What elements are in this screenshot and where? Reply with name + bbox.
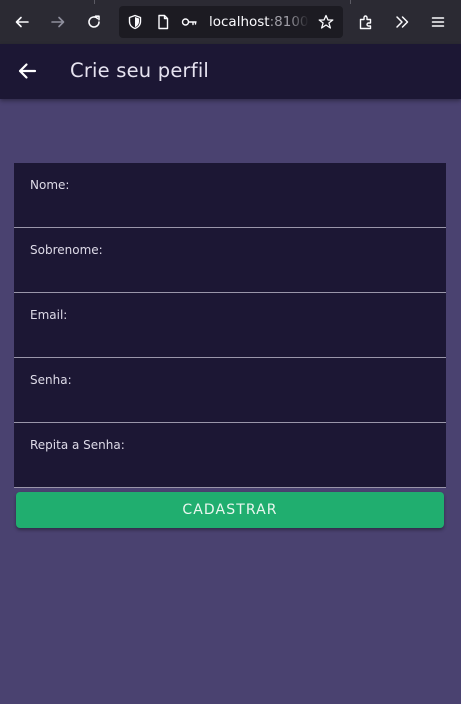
browser-reload-button[interactable] bbox=[80, 8, 108, 36]
cadastrar-button[interactable]: CADASTRAR bbox=[16, 492, 444, 528]
signup-form: Nome: Sobrenome: Email: Senha: Repita a … bbox=[14, 163, 446, 488]
page-icon[interactable] bbox=[155, 14, 171, 30]
sobrenome-label: Sobrenome: bbox=[30, 243, 103, 257]
app-menu-button[interactable] bbox=[424, 8, 452, 36]
senha-input[interactable] bbox=[30, 390, 430, 416]
browser-forward-button[interactable] bbox=[44, 8, 72, 36]
browser-toolbar: localhost:8100/ bbox=[0, 0, 461, 44]
extensions-button[interactable] bbox=[352, 8, 380, 36]
tab-divider bbox=[350, 0, 351, 4]
url-host: localhost bbox=[209, 14, 270, 30]
bookmark-star-icon[interactable] bbox=[318, 14, 334, 30]
hamburger-menu-icon bbox=[431, 17, 445, 27]
reload-icon bbox=[88, 15, 100, 28]
repita-senha-label: Repita a Senha: bbox=[30, 438, 125, 452]
email-input[interactable] bbox=[30, 325, 430, 351]
back-arrow-icon bbox=[15, 16, 29, 28]
tab-strip bbox=[0, 0, 461, 4]
arrow-back-icon bbox=[18, 63, 37, 79]
tab-divider bbox=[94, 0, 95, 4]
email-label: Email: bbox=[30, 308, 68, 322]
senha-label: Senha: bbox=[30, 373, 72, 387]
nome-input[interactable] bbox=[30, 195, 430, 221]
shield-icon[interactable] bbox=[127, 14, 143, 30]
page-title: Crie seu perfil bbox=[70, 59, 210, 82]
sobrenome-input[interactable] bbox=[30, 260, 430, 286]
extensions-icon bbox=[359, 15, 372, 30]
form-item-nome[interactable]: Nome: bbox=[14, 163, 446, 228]
address-bar[interactable]: localhost:8100/ bbox=[119, 6, 343, 38]
app-header: Crie seu perfil bbox=[0, 44, 461, 99]
nome-label: Nome: bbox=[30, 178, 70, 192]
url-path: :8100/ bbox=[269, 14, 309, 30]
forward-arrow-icon bbox=[51, 16, 65, 28]
form-item-repita-senha[interactable]: Repita a Senha: bbox=[14, 423, 446, 488]
repita-senha-input[interactable] bbox=[30, 455, 430, 481]
overflow-menu-button[interactable] bbox=[388, 8, 416, 36]
form-item-senha[interactable]: Senha: bbox=[14, 358, 446, 423]
browser-back-button[interactable] bbox=[8, 8, 36, 36]
url-text[interactable]: localhost:8100/ bbox=[209, 13, 309, 31]
back-button[interactable] bbox=[12, 56, 42, 86]
key-icon[interactable] bbox=[181, 14, 197, 30]
form-item-email[interactable]: Email: bbox=[14, 293, 446, 358]
form-item-sobrenome[interactable]: Sobrenome: bbox=[14, 228, 446, 293]
overflow-chevrons-icon bbox=[396, 16, 409, 28]
